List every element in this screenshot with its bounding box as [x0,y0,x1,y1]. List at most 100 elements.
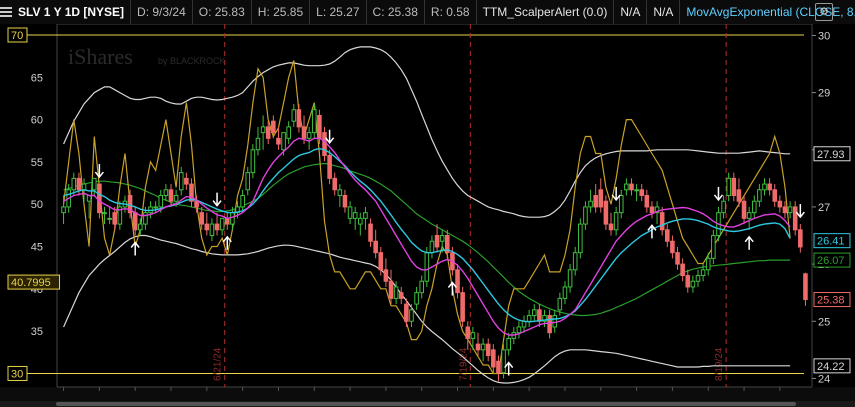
menu-icon[interactable] [0,0,12,24]
left-axis-tick-label: 35 [31,326,43,338]
candle-body [281,132,286,151]
right-axis-tick-label: 30 [818,30,830,42]
candle-body [163,189,169,196]
candle-body [158,194,164,208]
candle-body [306,132,312,139]
candle-body [751,200,757,214]
candle-body [368,223,373,242]
chart-header: SLV 1 Y 1D [NYSE] D: 9/3/24 O: 25.83 H: … [0,0,855,24]
candle-body [143,212,148,225]
candle-body [767,183,772,191]
symbol-label[interactable]: SLV 1 Y 1D [NYSE] [12,0,132,24]
candle-body [695,275,701,282]
watermark-brand: iShares [68,44,133,69]
candle-body [772,189,778,202]
candle-body [409,309,414,322]
watermark-by: by BLACKROCK [158,56,226,66]
candle-body [271,120,276,134]
price-label: 27.93 [817,149,845,161]
candle-body [711,235,716,259]
candle-body [352,212,358,219]
candle-body [618,194,624,214]
horizontal-scrollbar[interactable] [0,401,855,407]
candle-body [358,217,363,225]
left-axis-tick-label: 55 [31,157,43,169]
candle-body [76,177,82,191]
candle-body [363,212,368,219]
candle-body [173,194,179,202]
candle-body [721,200,726,214]
candle-body [214,223,220,231]
candle-body [439,235,445,242]
candle-body [613,212,619,231]
candle-body [639,189,645,196]
study-scalper-alert[interactable]: TTM_ScalperAlert (0.0) [477,0,615,24]
price-chart[interactable]: iShares by BLACKROCK 6/21/24 7/19/24 8/19/24… [0,24,855,401]
candle-body [71,177,77,191]
candle-body [153,206,158,209]
candle-body [485,343,491,357]
scrollbar-thumb[interactable] [56,402,796,406]
settings-icon[interactable]: ⚙ [815,3,833,21]
candle-body [373,240,378,254]
candle-body [501,349,506,374]
candle-body [547,315,552,334]
candle-body [670,240,675,254]
candle-body [685,275,691,288]
candle-body [429,240,435,254]
candle-body [567,269,573,288]
candle-body [537,309,542,322]
left-axis-label: 40.7995 [11,277,51,289]
candle-body [224,217,230,225]
candle-body [86,194,92,202]
candle-body [194,200,199,208]
candle-body [506,337,511,351]
price-label: 25.38 [817,295,845,307]
candle-body [419,280,424,294]
candle-body [736,189,742,202]
candle-body [240,194,245,208]
right-axis-tick-label: 25 [818,316,830,328]
candle-body [102,212,107,215]
right-axis-tick-label: 29 [818,88,830,100]
candle-body [557,297,563,311]
candle-body [762,183,767,191]
candle-body [552,315,558,328]
candle-body [491,349,496,368]
candle-body [680,263,685,277]
study-value-1: N/A [614,0,648,24]
candle-body [475,343,481,351]
candle-body [624,183,629,191]
candle-body [434,235,440,248]
candle-body [219,217,225,231]
price-label: 26.41 [817,236,845,248]
candle-body [107,217,112,220]
candle-body [393,286,399,299]
candle-body [168,189,174,202]
candle-body [700,269,706,277]
right-axis-tick-label: 27 [818,202,830,214]
candle-body [593,194,598,208]
candle-body [741,200,747,219]
candle-body [286,126,291,139]
candle-body [383,269,389,282]
candle-body [291,109,297,122]
candle-body [199,212,204,225]
study-value-2: N/A [647,0,681,24]
candle-body [112,212,118,225]
candle-body [634,189,639,192]
candle-body [562,286,568,299]
candle-body [572,252,578,271]
candle-body [138,223,143,231]
left-axis-tick-label: 65 [31,72,43,84]
candle-body [746,212,752,219]
candle-body [332,177,338,191]
candle-body [209,223,215,237]
candle-body [337,189,343,196]
candle-body [798,229,803,248]
candle-body [598,189,604,208]
candle-body [731,177,737,196]
candle-body [91,177,97,191]
candle-body [644,194,650,208]
candle-body [726,177,731,196]
